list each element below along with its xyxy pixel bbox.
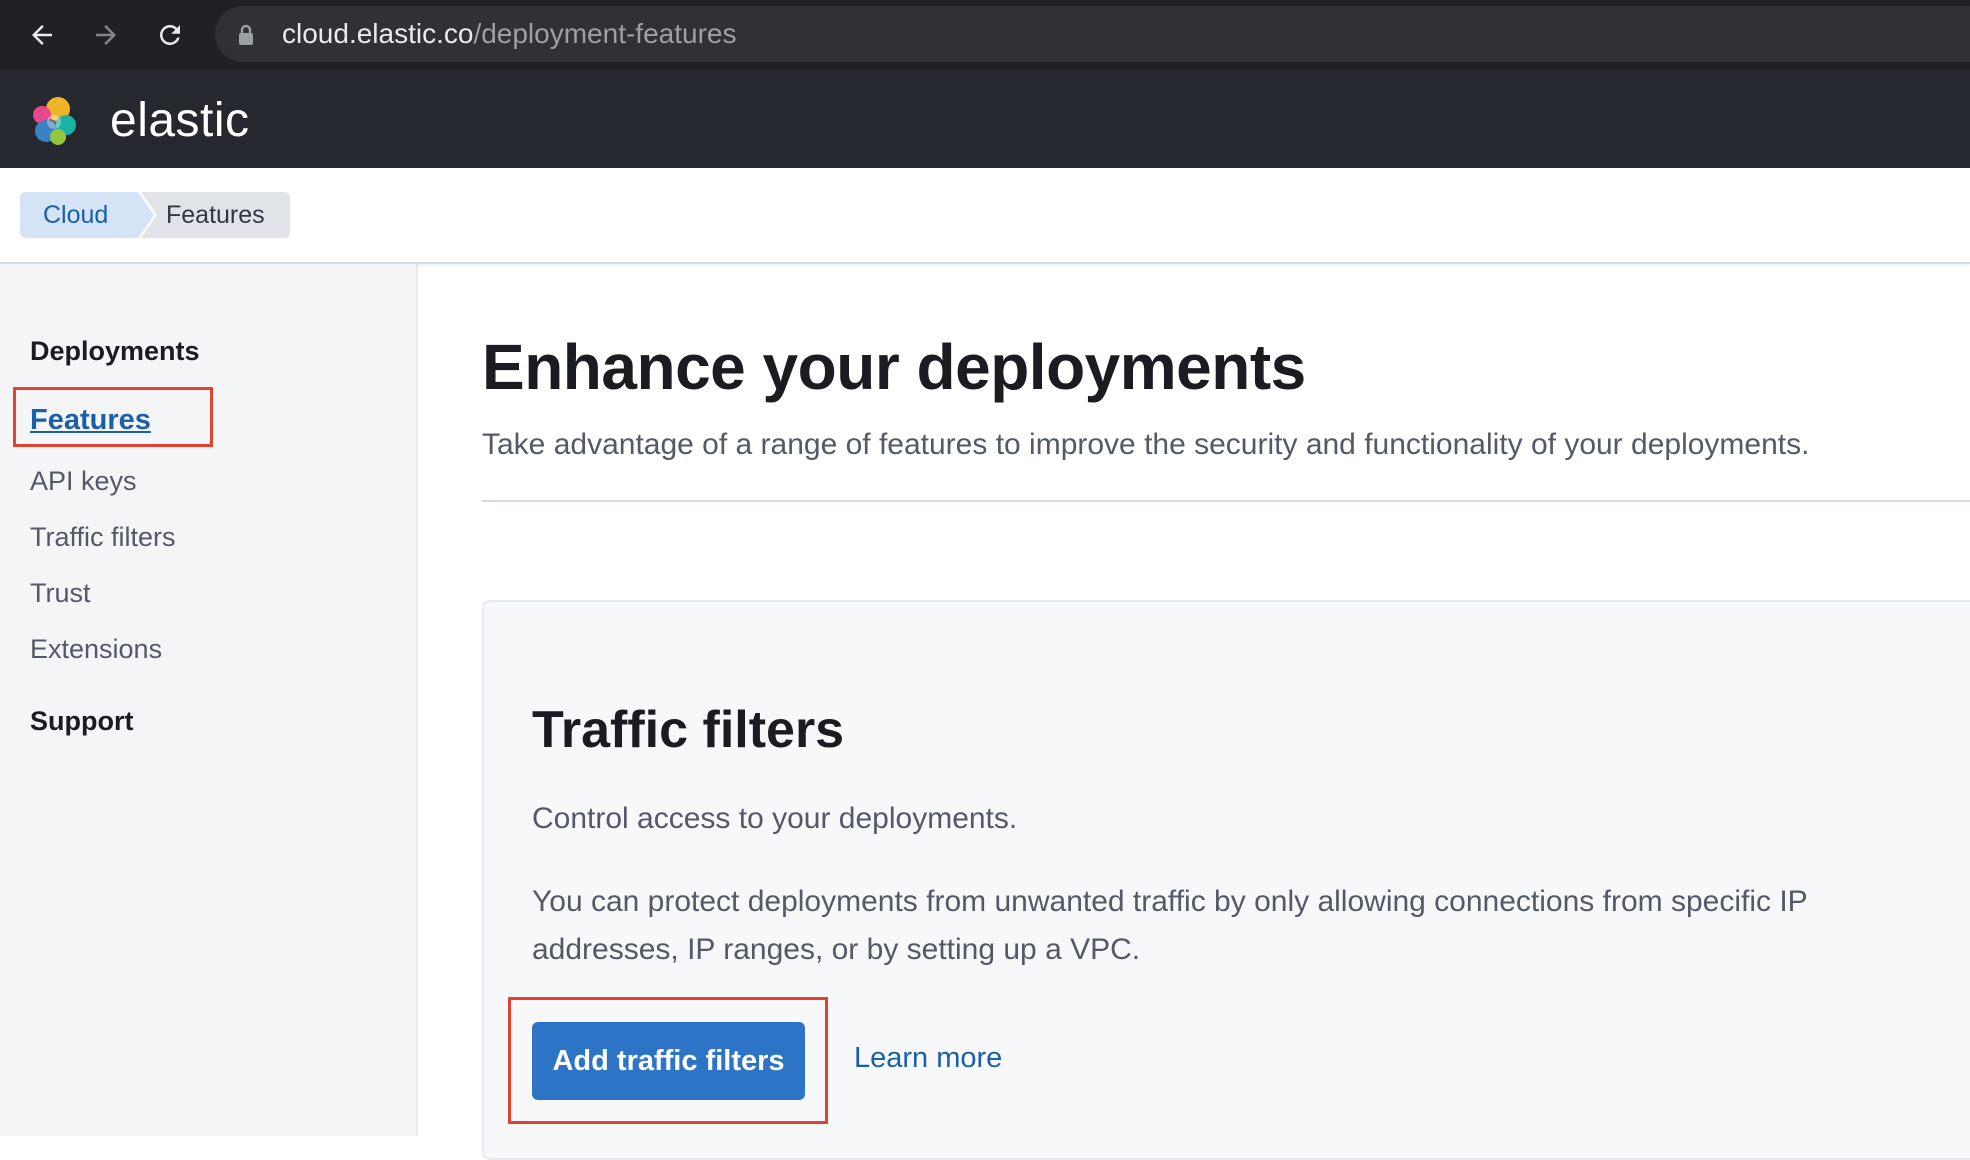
url-host: cloud.elastic.co [282,18,474,49]
highlight-box [13,387,213,447]
learn-more-link[interactable]: Learn more [854,1042,1002,1075]
card-description: Control access to your deployments. [532,802,1018,835]
add-traffic-filters-button[interactable]: Add traffic filters [532,1022,805,1100]
card-body-text: You can protect deployments from unwante… [532,885,1808,966]
card-title: Traffic filters [532,701,845,759]
url-text[interactable]: cloud.elastic.co/deployment-features [282,16,736,52]
breadcrumb-features-label: Features [166,201,265,229]
forward-button[interactable] [86,15,126,55]
sidebar-item-traffic-filters[interactable]: Traffic filters [30,522,176,553]
reload-icon [159,24,180,45]
breadcrumb-cloud-label: Cloud [43,201,109,229]
breadcrumb-cloud[interactable]: Cloud [20,192,138,238]
app-header: elastic [0,70,1970,168]
lock-icon [239,24,253,45]
page-title: Enhance your deployments [482,331,1306,403]
sidebar-item-extensions[interactable]: Extensions [30,634,162,665]
back-button[interactable] [22,15,62,55]
sidebar-item-api-keys[interactable]: API keys [30,466,137,497]
reload-button[interactable] [150,15,190,55]
sidebar-heading-deployments: Deployments [30,336,200,366]
arrow-left-icon [32,25,52,45]
divider [482,500,1970,502]
url-path: /deployment-features [473,18,737,49]
page-subtitle: Take advantage of a range of features to… [482,428,1810,461]
sidebar-heading-support[interactable]: Support [30,706,133,737]
arrow-right-icon [96,25,116,45]
breadcrumb: Features Cloud [0,168,1970,264]
breadcrumb-separator-icon [133,192,157,238]
brand-name[interactable]: elastic [110,93,250,149]
sidebar-item-trust[interactable]: Trust [30,578,91,609]
elastic-logo-icon[interactable] [28,95,80,147]
browser-toolbar: cloud.elastic.co/deployment-features [0,0,1970,70]
